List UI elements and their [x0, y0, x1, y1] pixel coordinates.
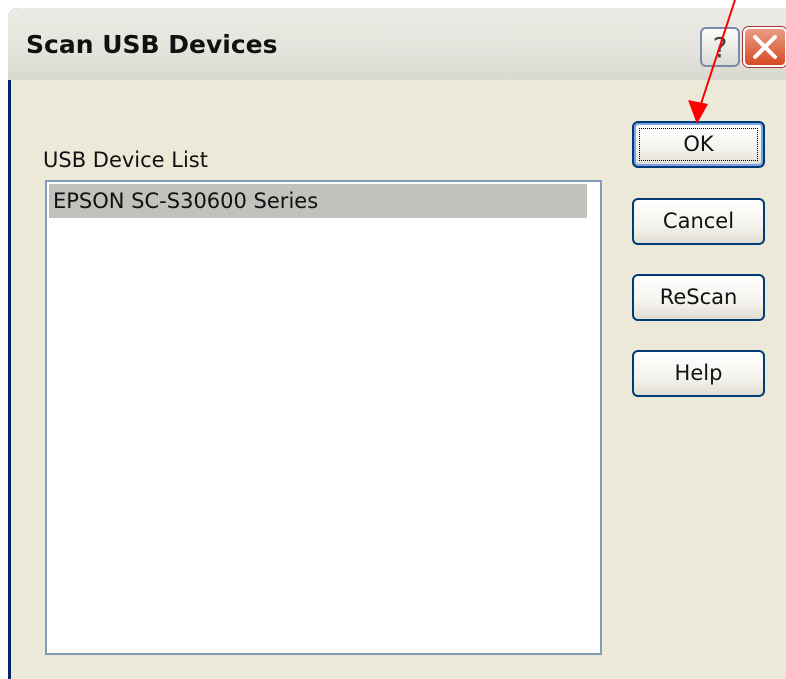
annotation-arrow [688, 0, 736, 124]
